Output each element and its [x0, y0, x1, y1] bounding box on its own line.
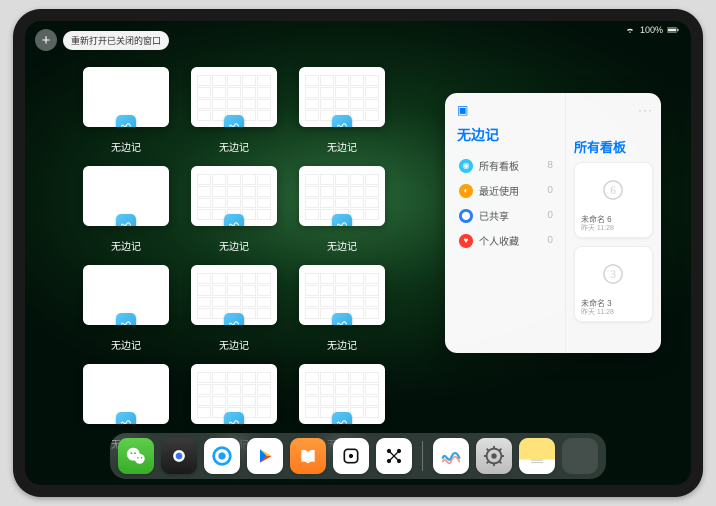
- freeform-app-icon: [224, 313, 244, 325]
- window-thumbnail[interactable]: 无边记: [83, 166, 169, 253]
- window-label: 无边记: [111, 238, 141, 253]
- window-label: 无边记: [219, 139, 249, 154]
- category-item[interactable]: ◉ 所有看板 8: [457, 153, 555, 178]
- category-item[interactable]: ◐ 最近使用 0: [457, 178, 555, 203]
- board-card[interactable]: 3 未命名 3昨天 11:28: [574, 246, 653, 322]
- window-label: 无边记: [111, 337, 141, 352]
- dock-app-notes[interactable]: [519, 438, 555, 474]
- dock-app-folder[interactable]: [562, 438, 598, 474]
- board-title: 未命名 3: [581, 299, 646, 309]
- ipad-screen: 100% + 重新打开已关闭的窗口 无边记无边记无边记无边记无边记无边记无边记无…: [25, 21, 691, 485]
- window-thumbnail[interactable]: 无边记: [191, 166, 277, 253]
- dock-app-play[interactable]: [247, 438, 283, 474]
- category-item[interactable]: ♥ 个人收藏 0: [457, 228, 555, 253]
- dock-app-nodes[interactable]: [376, 438, 412, 474]
- more-icon[interactable]: ···: [638, 103, 653, 117]
- new-window-button[interactable]: +: [35, 29, 57, 51]
- popover-sidebar: ▣ 无边记 ◉ 所有看板 8 ◐ 最近使用 0 ⬤ 已共享 0 ♥ 个人收藏 0: [445, 93, 566, 353]
- window-thumbnail[interactable]: 无边记: [191, 67, 277, 154]
- category-label: 所有看板: [479, 158, 519, 173]
- popover-left-title: 无边记: [457, 125, 555, 145]
- category-item[interactable]: ⬤ 已共享 0: [457, 203, 555, 228]
- svg-text:6: 6: [611, 185, 617, 197]
- window-grid: 无边记无边记无边记无边记无边记无边记无边记无边记无边记无边记无边记无边记: [83, 67, 453, 451]
- ipad-device: 100% + 重新打开已关闭的窗口 无边记无边记无边记无边记无边记无边记无边记无…: [13, 9, 703, 497]
- dock-app-wechat[interactable]: [118, 438, 154, 474]
- battery-icon: [667, 26, 679, 34]
- dock-app-settings[interactable]: [476, 438, 512, 474]
- freeform-app-icon: [116, 313, 136, 325]
- window-label: 无边记: [111, 139, 141, 154]
- window-thumbnail[interactable]: 无边记: [83, 265, 169, 352]
- category-label: 最近使用: [479, 183, 519, 198]
- category-label: 个人收藏: [479, 233, 519, 248]
- freeform-app-icon: [116, 115, 136, 127]
- board-card[interactable]: 6 未命名 6昨天 11:28: [574, 162, 653, 238]
- freeform-app-icon: [224, 115, 244, 127]
- top-buttons: + 重新打开已关闭的窗口: [35, 29, 169, 51]
- category-icon: ⬤: [459, 209, 473, 223]
- freeform-app-icon: [116, 412, 136, 424]
- board-subtitle: 昨天 11:28: [581, 309, 646, 317]
- dock-app-qq[interactable]: [204, 438, 240, 474]
- board-title: 未命名 6: [581, 215, 646, 225]
- dock-app-dice[interactable]: [333, 438, 369, 474]
- freeform-app-icon: [224, 412, 244, 424]
- freeform-app-icon: [116, 214, 136, 226]
- freeform-app-icon: [224, 214, 244, 226]
- freeform-app-icon: [332, 313, 352, 325]
- category-count: 0: [547, 210, 553, 221]
- freeform-app-icon: [332, 412, 352, 424]
- category-count: 8: [547, 160, 553, 171]
- window-label: 无边记: [219, 238, 249, 253]
- dock-app-camera[interactable]: [161, 438, 197, 474]
- wifi-icon: [624, 26, 636, 34]
- board-thumbnail: 6: [579, 167, 648, 213]
- dock-separator: [422, 441, 423, 471]
- freeform-app-icon: [332, 115, 352, 127]
- category-count: 0: [547, 185, 553, 196]
- dock-app-books[interactable]: [290, 438, 326, 474]
- popover-right-title: 所有看板: [574, 137, 653, 156]
- dock: [110, 433, 606, 479]
- freeform-popover: ▣ 无边记 ◉ 所有看板 8 ◐ 最近使用 0 ⬤ 已共享 0 ♥ 个人收藏 0 ··· 所有看板 6…: [445, 93, 661, 353]
- category-count: 0: [547, 235, 553, 246]
- category-icon: ◐: [459, 184, 473, 198]
- battery-label: 100%: [640, 25, 663, 35]
- status-bar: 100%: [624, 25, 679, 35]
- window-thumbnail[interactable]: 无边记: [191, 265, 277, 352]
- window-label: 无边记: [327, 139, 357, 154]
- board-subtitle: 昨天 11:28: [581, 225, 646, 233]
- window-thumbnail[interactable]: 无边记: [299, 67, 385, 154]
- window-thumbnail[interactable]: 无边记: [299, 265, 385, 352]
- reopen-closed-window-button[interactable]: 重新打开已关闭的窗口: [63, 31, 169, 50]
- window-label: 无边记: [219, 337, 249, 352]
- popover-content: ··· 所有看板 6未命名 6昨天 11:283未命名 3昨天 11:28: [566, 93, 661, 353]
- dock-app-freeform[interactable]: [433, 438, 469, 474]
- window-label: 无边记: [327, 238, 357, 253]
- category-icon: ◉: [459, 159, 473, 173]
- category-label: 已共享: [479, 208, 509, 223]
- category-icon: ♥: [459, 234, 473, 248]
- window-thumbnail[interactable]: 无边记: [299, 166, 385, 253]
- window-label: 无边记: [327, 337, 357, 352]
- window-thumbnail[interactable]: 无边记: [83, 67, 169, 154]
- svg-text:3: 3: [611, 269, 617, 281]
- freeform-app-icon: [332, 214, 352, 226]
- sidebar-icon[interactable]: ▣: [457, 103, 468, 117]
- board-thumbnail: 3: [579, 251, 648, 297]
